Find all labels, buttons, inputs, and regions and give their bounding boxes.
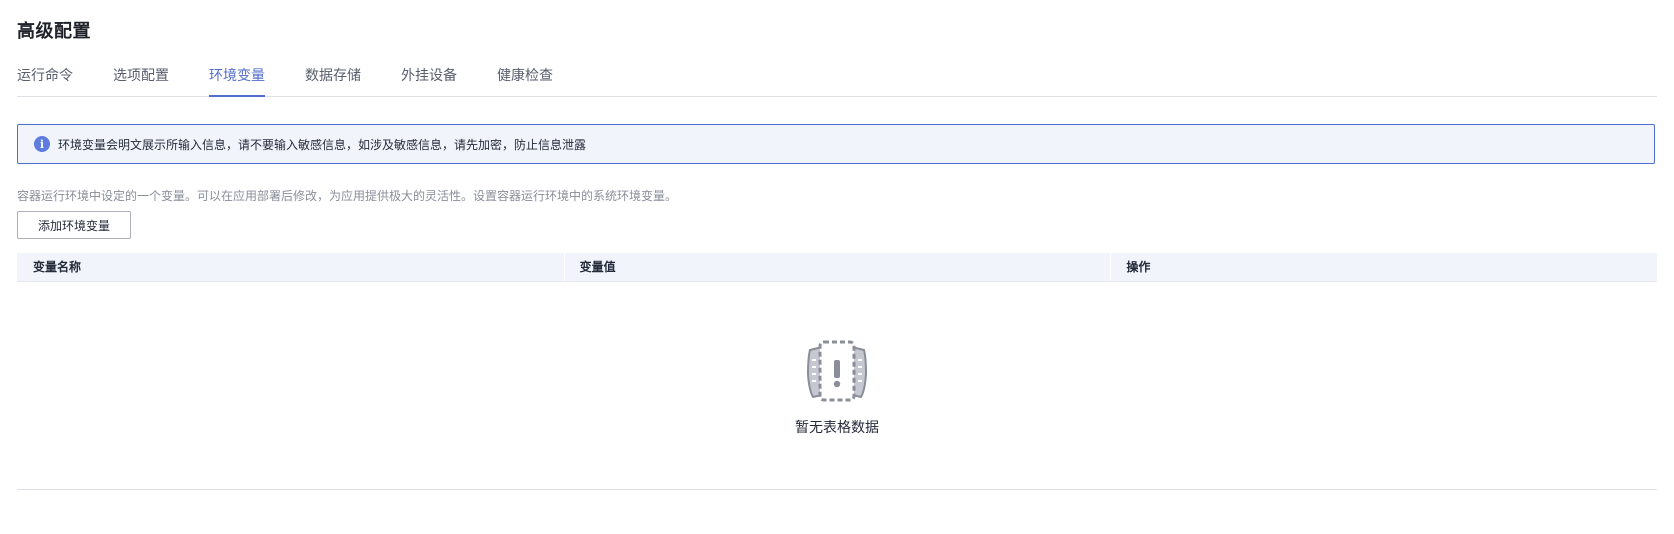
table-header: 变量名称 变量值 操作 [17, 253, 1657, 282]
column-header-variable-name: 变量名称 [33, 260, 82, 274]
tab-run-command[interactable]: 运行命令 [17, 56, 73, 96]
tab-env-variables[interactable]: 环境变量 [209, 56, 265, 97]
tab-health-check[interactable]: 健康检查 [497, 56, 553, 96]
empty-data-icon [806, 340, 868, 402]
tab-data-storage[interactable]: 数据存储 [305, 56, 361, 96]
notice-text: 环境变量会明文展示所输入信息，请不要输入敏感信息，如涉及敏感信息，请先加密，防止… [58, 137, 587, 152]
column-header-actions: 操作 [1110, 253, 1657, 281]
table-empty-state: 暂无表格数据 [17, 282, 1657, 490]
page-title: 高级配置 [17, 21, 91, 42]
tab-external-devices[interactable]: 外挂设备 [401, 56, 457, 96]
column-header-variable-value: 变量值 [563, 253, 1111, 281]
advanced-config-page: 高级配置 运行命令 选项配置 环境变量 数据存储 外挂设备 健康检查 i 环境变… [17, 0, 1657, 534]
info-icon: i [34, 136, 50, 152]
security-notice: i 环境变量会明文展示所输入信息，请不要输入敏感信息，如涉及敏感信息，请先加密，… [17, 124, 1655, 164]
add-env-variable-button[interactable]: 添加环境变量 [17, 211, 131, 239]
empty-state-text: 暂无表格数据 [795, 420, 879, 436]
env-description: 容器运行环境中设定的一个变量。可以在应用部署后修改，为应用提供极大的灵活性。设置… [17, 189, 678, 203]
config-tabs: 运行命令 选项配置 环境变量 数据存储 外挂设备 健康检查 [17, 56, 1657, 97]
tab-option-config[interactable]: 选项配置 [113, 56, 169, 96]
